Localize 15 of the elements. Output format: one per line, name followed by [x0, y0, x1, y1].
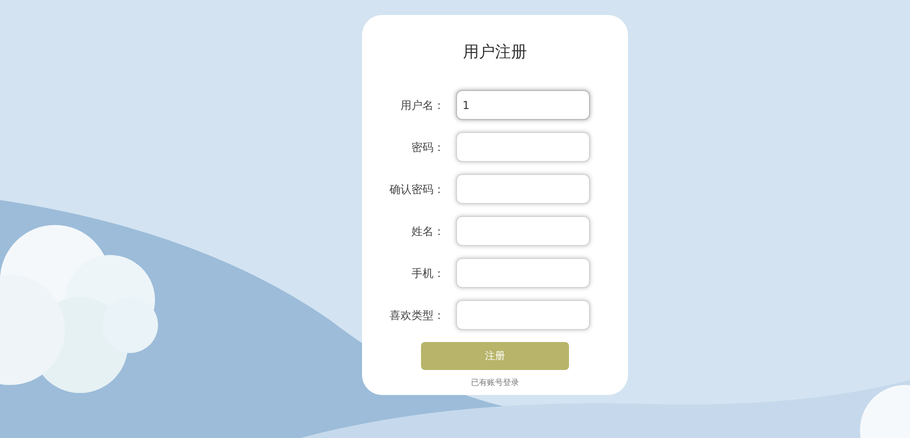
- field-label: 用户名：: [400, 98, 444, 112]
- cloud-drawing: [860, 385, 910, 438]
- login-link[interactable]: 已有账号登录: [471, 377, 519, 388]
- input-field[interactable]: [456, 174, 590, 204]
- field-label: 喜欢类型：: [388, 308, 444, 322]
- input-field[interactable]: [456, 132, 590, 162]
- field-label: 确认密码：: [388, 182, 444, 196]
- input-field[interactable]: [456, 300, 590, 330]
- input-field[interactable]: [456, 216, 590, 246]
- field-label: 密码：: [410, 140, 444, 154]
- input-field[interactable]: 1: [456, 90, 590, 120]
- input-field[interactable]: [456, 258, 590, 288]
- field-label: 姓名：: [410, 224, 444, 238]
- form-title: 用户注册: [463, 42, 527, 63]
- field-label: 手机：: [410, 266, 444, 280]
